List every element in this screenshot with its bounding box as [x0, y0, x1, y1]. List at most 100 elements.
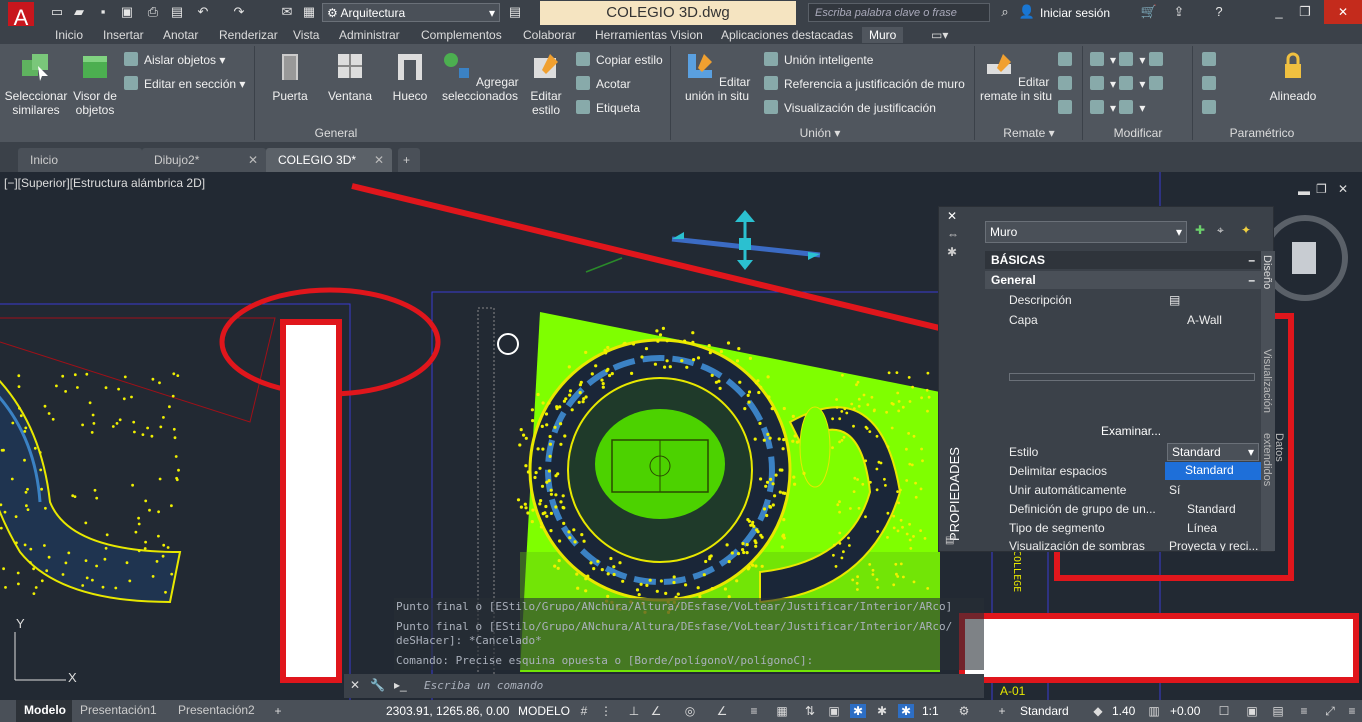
select-objects-icon[interactable]: ✦ — [1241, 223, 1251, 237]
tab-colaborar[interactable]: Colaborar — [516, 27, 583, 43]
modify-tool-1[interactable]: ▾ ▾ — [1090, 52, 1169, 68]
ribbon-options-icon[interactable]: ▭▾ — [924, 27, 955, 43]
new-icon[interactable]: ▭ — [48, 4, 66, 20]
edit-join-button[interactable]: Editar unión in situ — [676, 50, 758, 103]
style-select[interactable]: Standard ▾ — [1167, 443, 1259, 461]
customization-icon[interactable]: ≡ — [1296, 704, 1312, 718]
offset-value[interactable]: +0.00 — [1170, 704, 1200, 718]
palette-close-icon[interactable]: ✕ — [947, 209, 957, 223]
tab-herramientas-vision[interactable]: Herramientas Vision — [588, 27, 710, 43]
snap-icon[interactable]: ⋮ — [598, 704, 614, 718]
command-input[interactable]: Escriba un comando — [424, 679, 543, 692]
quick-select-icon[interactable]: ✚ — [1195, 223, 1205, 237]
cleanup-tool-2[interactable] — [1058, 76, 1078, 92]
edit-cleanup-button[interactable]: Editar remate in situ — [978, 50, 1054, 103]
command-prompt-icon[interactable]: ▸_ — [394, 678, 407, 692]
constraint-tool-1[interactable] — [1202, 52, 1222, 68]
constraint-tool-2[interactable] — [1202, 76, 1222, 92]
panel-title-remate[interactable]: Remate ▾ — [984, 126, 1074, 140]
opening-button[interactable]: Hueco — [382, 50, 438, 103]
workspace-gear-icon[interactable]: ⚙ — [956, 704, 972, 718]
plus-icon[interactable]: + — [994, 704, 1010, 718]
style-option-selected[interactable]: Standard — [1165, 462, 1261, 480]
cleanup-tool-1[interactable] — [1058, 52, 1078, 68]
doc-tab-inicio[interactable]: Inicio — [18, 148, 142, 172]
section-basicas[interactable]: BÁSICAS – — [985, 251, 1261, 269]
isolate-status-icon[interactable]: ▣ — [1244, 704, 1260, 718]
transparency-icon[interactable]: ▦ — [774, 704, 790, 718]
wrench-icon[interactable]: 🔧 — [370, 678, 385, 692]
ortho-icon[interactable]: ⊥ — [626, 704, 642, 718]
menu-icon[interactable]: ≡ — [1344, 704, 1360, 718]
tab-muro[interactable]: Muro — [862, 27, 904, 43]
move-gizmo[interactable] — [671, 210, 821, 270]
annotation-scale[interactable]: 1:1 — [922, 704, 939, 718]
model-space-toggle[interactable]: MODELO — [518, 704, 570, 718]
help-icon[interactable]: ? — [1210, 4, 1228, 20]
isolate-objects-button[interactable]: Aislar objetos ▾ — [124, 52, 225, 68]
doc-tab-colegio[interactable]: COLEGIO 3D* ✕ — [266, 148, 392, 172]
close-tab-icon[interactable]: ✕ — [374, 153, 384, 167]
hardware-icon[interactable]: ▤ — [1270, 704, 1286, 718]
annotation-scale-icon[interactable]: ✱ — [898, 704, 914, 718]
elevation-icon[interactable]: ▥ — [1146, 704, 1162, 718]
layout-tab-modelo[interactable]: Modelo — [16, 700, 72, 722]
modify-tool-2[interactable]: ▾ ▾ — [1090, 76, 1169, 92]
edit-style-button[interactable]: Editar estilo — [522, 50, 570, 117]
tab-datos-extendidos[interactable]: Datos extendidos — [1261, 433, 1285, 513]
description-icon[interactable]: ▤ — [1169, 293, 1180, 307]
object-viewer-button[interactable]: Visor de objetos — [70, 50, 120, 117]
cart-icon[interactable]: 🛒 — [1140, 4, 1158, 20]
plot-icon[interactable]: ⎙ — [144, 4, 162, 20]
viewport-close-icon[interactable]: ✕ — [1338, 182, 1348, 196]
tab-administrar[interactable]: Administrar — [332, 27, 407, 43]
palette-menu-icon[interactable]: ▤ — [945, 535, 954, 546]
clean-screen-icon[interactable]: ☐ — [1216, 704, 1232, 718]
style-status[interactable]: Standard — [1020, 704, 1069, 718]
prop-value[interactable]: Standard — [1187, 502, 1236, 516]
open-icon[interactable]: ▰ — [70, 4, 88, 20]
tab-diseno[interactable]: Diseño — [1261, 255, 1273, 289]
tab-anotar[interactable]: Anotar — [156, 27, 205, 43]
search-input[interactable]: Escriba palabra clave o frase — [808, 3, 990, 22]
justification-reference-button[interactable]: Referencia a justificación de muro — [764, 76, 965, 92]
restore-icon[interactable]: ❐ — [1296, 4, 1314, 20]
undo-icon[interactable]: ↶ — [194, 4, 212, 20]
prop-value[interactable]: Sí — [1169, 483, 1180, 497]
dynamic-ucs-icon[interactable]: ✱ — [850, 704, 866, 718]
cleanup-tool-3[interactable] — [1058, 100, 1078, 116]
layer-icon[interactable]: ▤ — [506, 4, 524, 20]
doc-tab-dibujo2[interactable]: Dibujo2* ✕ — [142, 148, 266, 172]
user-icon[interactable]: 👤 — [1018, 4, 1036, 20]
smart-join-button[interactable]: Unión inteligente — [764, 52, 873, 68]
prop-value[interactable]: Línea — [1187, 521, 1217, 535]
select-similar-button[interactable]: Seleccionar similares — [4, 50, 68, 117]
close-cmd-icon[interactable]: ✕ — [350, 678, 360, 692]
save-as-icon[interactable]: ▣ — [118, 4, 136, 20]
grid-icon[interactable]: # — [576, 704, 592, 718]
cloud-icon[interactable]: ▦ — [300, 4, 318, 20]
add-layout-icon[interactable]: + — [270, 704, 286, 718]
save-icon[interactable]: ▪ — [94, 4, 112, 20]
tab-vista[interactable]: Vista — [286, 27, 326, 43]
print-icon[interactable]: ▤ — [168, 4, 186, 20]
modify-tool-3[interactable]: ▾ ▾ — [1090, 100, 1145, 116]
signin-link[interactable]: Iniciar sesión — [1040, 6, 1110, 20]
exchange-icon[interactable]: ⇪ — [1170, 4, 1188, 20]
palette-autohide-icon[interactable]: ⇔ — [947, 227, 959, 241]
prop-value-layer[interactable]: A-Wall — [1187, 313, 1222, 327]
otrack-icon[interactable]: ∠ — [714, 704, 730, 718]
browse-button[interactable]: Examinar... — [1101, 424, 1161, 438]
minimize-icon[interactable]: _ — [1270, 4, 1288, 20]
polar-icon[interactable]: ∠ — [648, 704, 664, 718]
palette-settings-icon[interactable]: ✱ — [947, 245, 957, 259]
constraint-tool-3[interactable] — [1202, 100, 1222, 116]
viewcube[interactable] — [1292, 242, 1316, 274]
aligned-button[interactable]: Alineado — [1260, 50, 1326, 103]
viewport-minimize-icon[interactable]: ▬ — [1298, 184, 1310, 198]
justification-display-button[interactable]: Visualización de justificación — [764, 100, 936, 116]
tab-complementos[interactable]: Complementos — [414, 27, 509, 43]
3d-osnap-icon[interactable]: ▣ — [826, 704, 842, 718]
new-tab-icon[interactable]: + — [398, 148, 420, 172]
door-button[interactable]: Puerta — [262, 50, 318, 103]
